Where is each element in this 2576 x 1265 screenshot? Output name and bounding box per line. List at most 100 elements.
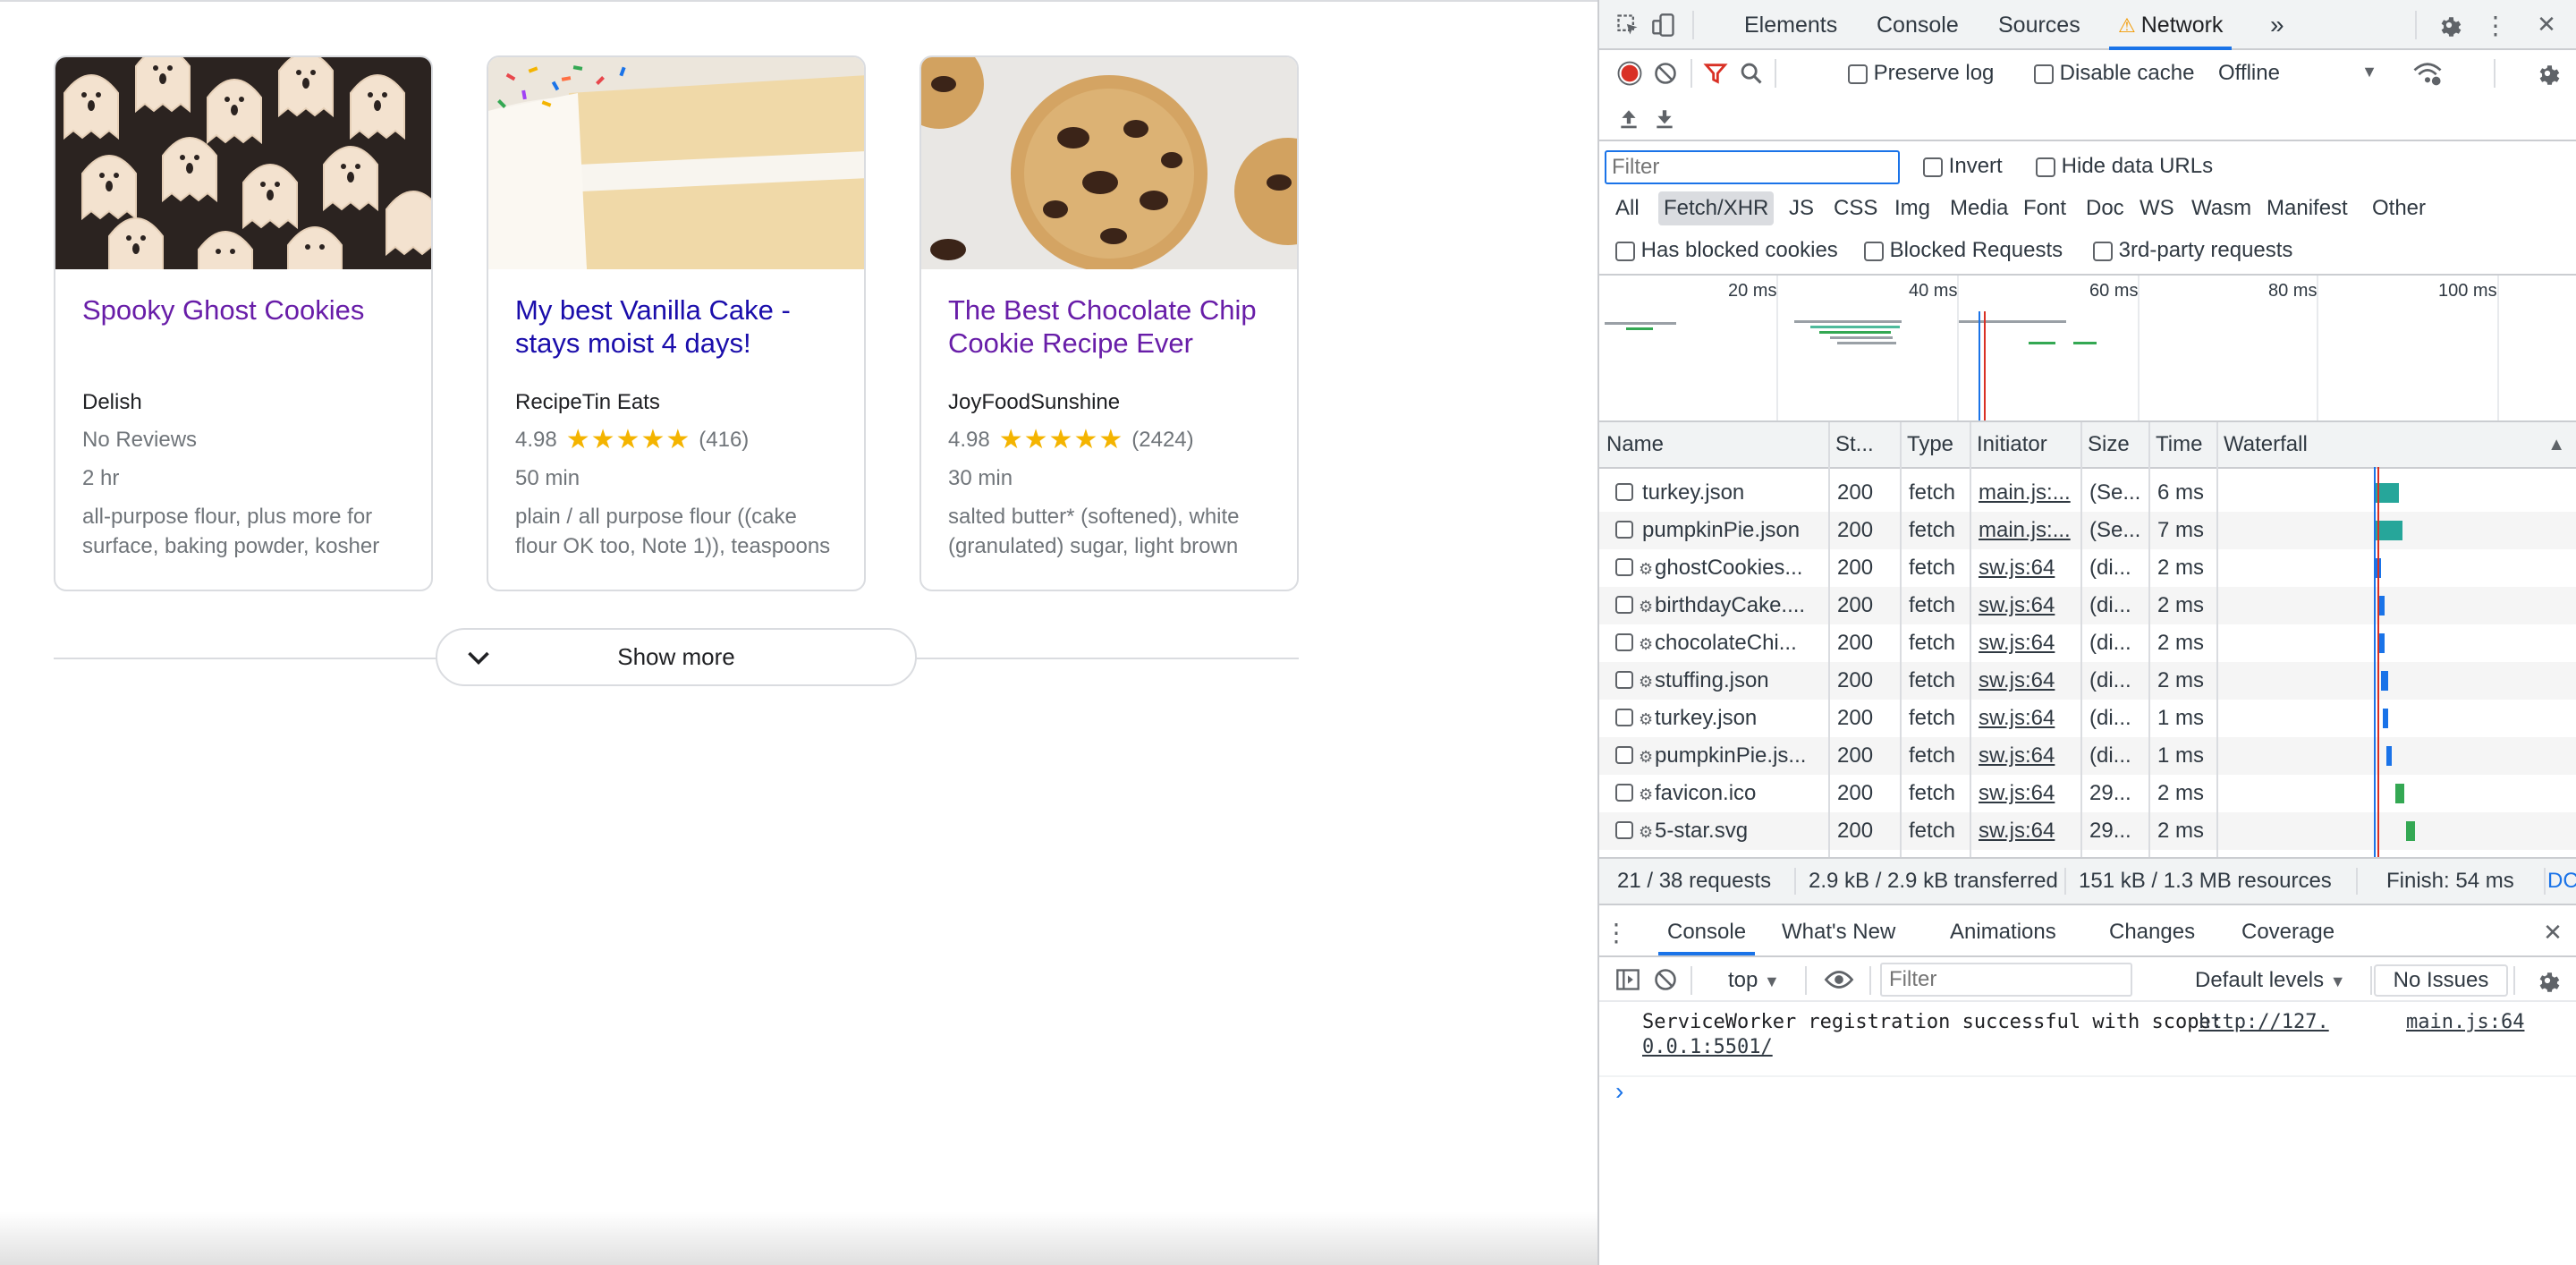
invert-checkbox[interactable]: Invert	[1923, 154, 2003, 179]
cell-initiator[interactable]: sw.js:64	[1979, 775, 2077, 812]
table-row[interactable]: ⚙5-star.svg 200 fetch sw.js:64 29... 2 ms	[1599, 812, 2576, 850]
tab-elements[interactable]: Elements	[1744, 0, 1837, 50]
table-row[interactable]: ⚙favicon.ico 200 fetch sw.js:64 29... 2 ms	[1599, 775, 2576, 812]
row-checkbox[interactable]	[1615, 558, 1633, 576]
type-filter-font[interactable]: Font	[2018, 191, 2072, 225]
table-row[interactable]: ⚙stuffing.json 200 fetch sw.js:64 (di... 2 ms	[1599, 662, 2576, 700]
row-checkbox[interactable]	[1615, 633, 1633, 651]
preserve-log-checkbox[interactable]: Preserve log	[1848, 61, 1994, 86]
recipe-title[interactable]: The Best Chocolate Chip Cookie Recipe Ev…	[948, 293, 1270, 384]
type-filter-doc[interactable]: Doc	[2080, 191, 2130, 225]
row-checkbox[interactable]	[1615, 671, 1633, 689]
network-settings-gear-icon[interactable]	[2533, 59, 2562, 88]
clear-icon[interactable]	[1651, 59, 1680, 88]
table-row[interactable]: turkey.json 200 fetch main.js:... (Se... 6 ms	[1599, 474, 2576, 512]
cell-initiator[interactable]: main.js:...	[1979, 512, 2077, 549]
table-row[interactable]: ⚙chocolateChi... 200 fetch sw.js:64 (di... 2 …	[1599, 624, 2576, 662]
cell-initiator[interactable]: sw.js:64	[1979, 700, 2077, 737]
disable-cache-checkbox[interactable]: Disable cache	[2034, 61, 2194, 86]
column-header-type[interactable]: Type	[1900, 422, 1970, 467]
type-filter-media[interactable]: Media	[1945, 191, 2013, 225]
drawer-tab-whats-new[interactable]: What's New	[1782, 909, 1895, 955]
table-row[interactable]: pumpkinPie.json 200 fetch main.js:... (Se...…	[1599, 512, 2576, 549]
tab-network[interactable]: ⚠ Network	[2108, 0, 2233, 50]
message-source-link[interactable]: main.js:64	[2406, 1011, 2524, 1033]
tab-console[interactable]: Console	[1877, 0, 1959, 50]
cell-initiator[interactable]: sw.js:64	[1979, 624, 2077, 662]
cell-initiator[interactable]: sw.js:64	[1979, 737, 2077, 775]
table-row[interactable]: ⚙birthdayCake.... 200 fetch sw.js:64 (di... 2…	[1599, 587, 2576, 624]
type-filter-ws[interactable]: WS	[2134, 191, 2180, 225]
record-icon[interactable]	[1615, 59, 1644, 88]
recipe-title[interactable]: Spooky Ghost Cookies	[82, 293, 404, 384]
drawer-tab-coverage[interactable]: Coverage	[2241, 909, 2334, 955]
cell-initiator[interactable]: sw.js:64	[1979, 587, 2077, 624]
row-checkbox[interactable]	[1615, 483, 1633, 501]
recipe-card-3[interactable]: The Best Chocolate Chip Cookie Recipe Ev…	[919, 55, 1299, 591]
type-filter-js[interactable]: JS	[1784, 191, 1819, 225]
network-filter-input[interactable]	[1605, 150, 1900, 184]
column-header-time[interactable]: Time	[2148, 422, 2216, 467]
column-header-name[interactable]: Name	[1599, 422, 1828, 467]
type-filter-css[interactable]: CSS	[1828, 191, 1883, 225]
console-settings-gear-icon[interactable]	[2533, 966, 2562, 995]
recipe-title[interactable]: My best Vanilla Cake - stays moist 4 day…	[515, 293, 837, 384]
throttling-select[interactable]: Offline ▼	[2218, 61, 2377, 86]
column-header-size[interactable]: Size	[2080, 422, 2148, 467]
cell-initiator[interactable]: sw.js:64	[1979, 662, 2077, 700]
table-row[interactable]: ⚙turkey.json 200 fetch sw.js:64 (di... 1 ms	[1599, 700, 2576, 737]
show-more-button[interactable]: Show more	[436, 628, 917, 686]
drawer-tab-console[interactable]: Console	[1657, 909, 1756, 955]
drawer-tab-changes[interactable]: Changes	[2109, 909, 2195, 955]
row-checkbox[interactable]	[1615, 596, 1633, 614]
device-toolbar-icon[interactable]	[1649, 11, 1678, 39]
cell-initiator[interactable]: main.js:...	[1979, 474, 2077, 512]
blocked-requests-checkbox[interactable]: Blocked Requests	[1864, 238, 2063, 263]
clear-console-icon[interactable]	[1651, 966, 1680, 993]
scope-url-link-line2[interactable]: 0.0.1:5501/	[1642, 1036, 1773, 1058]
column-header-waterfall[interactable]: Waterfall ▲	[2216, 422, 2576, 467]
export-har-icon[interactable]	[1651, 106, 1678, 132]
type-filter-fetch-xhr[interactable]: Fetch/XHR	[1658, 191, 1775, 225]
kebab-menu-icon[interactable]: ⋮	[2483, 11, 2508, 39]
close-devtools-icon[interactable]: ✕	[2531, 9, 2562, 39]
row-checkbox[interactable]	[1615, 746, 1633, 764]
has-blocked-cookies-checkbox[interactable]: Has blocked cookies	[1615, 238, 1838, 263]
console-filter-input[interactable]	[1880, 963, 2132, 997]
row-checkbox[interactable]	[1615, 709, 1633, 726]
network-overview-timeline[interactable]: 20 ms 40 ms 60 ms 80 ms 100 ms	[1599, 276, 2576, 420]
close-drawer-icon[interactable]: ✕	[2538, 918, 2567, 947]
scope-url-link-line1[interactable]: http://127.	[2199, 1011, 2329, 1033]
network-conditions-icon[interactable]	[2411, 59, 2444, 88]
filter-icon[interactable]	[1701, 59, 1730, 88]
cell-initiator[interactable]: sw.js:64	[1979, 812, 2077, 850]
third-party-requests-checkbox[interactable]: 3rd-party requests	[2093, 238, 2292, 263]
search-icon[interactable]	[1737, 59, 1766, 88]
type-filter-other[interactable]: Other	[2367, 191, 2431, 225]
type-filter-wasm[interactable]: Wasm	[2186, 191, 2257, 225]
column-header-initiator[interactable]: Initiator	[1970, 422, 2080, 467]
tab-sources[interactable]: Sources	[1998, 0, 2080, 50]
table-row[interactable]: ⚙ghostCookies... 200 fetch sw.js:64 (di... 2 …	[1599, 549, 2576, 587]
row-checkbox[interactable]	[1615, 821, 1633, 839]
drawer-tab-animations[interactable]: Animations	[1950, 909, 2056, 955]
console-prompt[interactable]: ›	[1615, 1077, 1623, 1106]
context-selector[interactable]: top ▼	[1728, 968, 1780, 993]
recipe-card-2[interactable]: My best Vanilla Cake - stays moist 4 day…	[487, 55, 866, 591]
drawer-menu-icon[interactable]: ⋮	[1604, 918, 1629, 947]
more-tabs-button[interactable]: »	[2270, 0, 2284, 50]
settings-gear-icon[interactable]	[2435, 11, 2463, 39]
log-levels-select[interactable]: Default levels ▼	[2195, 968, 2346, 993]
type-filter-manifest[interactable]: Manifest	[2261, 191, 2353, 225]
inspect-element-icon[interactable]	[1614, 11, 1642, 39]
sidebar-toggle-icon[interactable]	[1614, 966, 1642, 993]
column-header-status[interactable]: St...	[1828, 422, 1900, 467]
row-checkbox[interactable]	[1615, 784, 1633, 802]
hide-data-urls-checkbox[interactable]: Hide data URLs	[2036, 154, 2213, 179]
table-row[interactable]: ⚙pumpkinPie.js... 200 fetch sw.js:64 (di... 1…	[1599, 737, 2576, 775]
row-checkbox[interactable]	[1615, 521, 1633, 539]
issues-button[interactable]: No Issues	[2374, 964, 2508, 997]
cell-initiator[interactable]: sw.js:64	[1979, 549, 2077, 587]
live-expression-eye-icon[interactable]	[1821, 966, 1857, 993]
import-har-icon[interactable]	[1615, 106, 1642, 132]
